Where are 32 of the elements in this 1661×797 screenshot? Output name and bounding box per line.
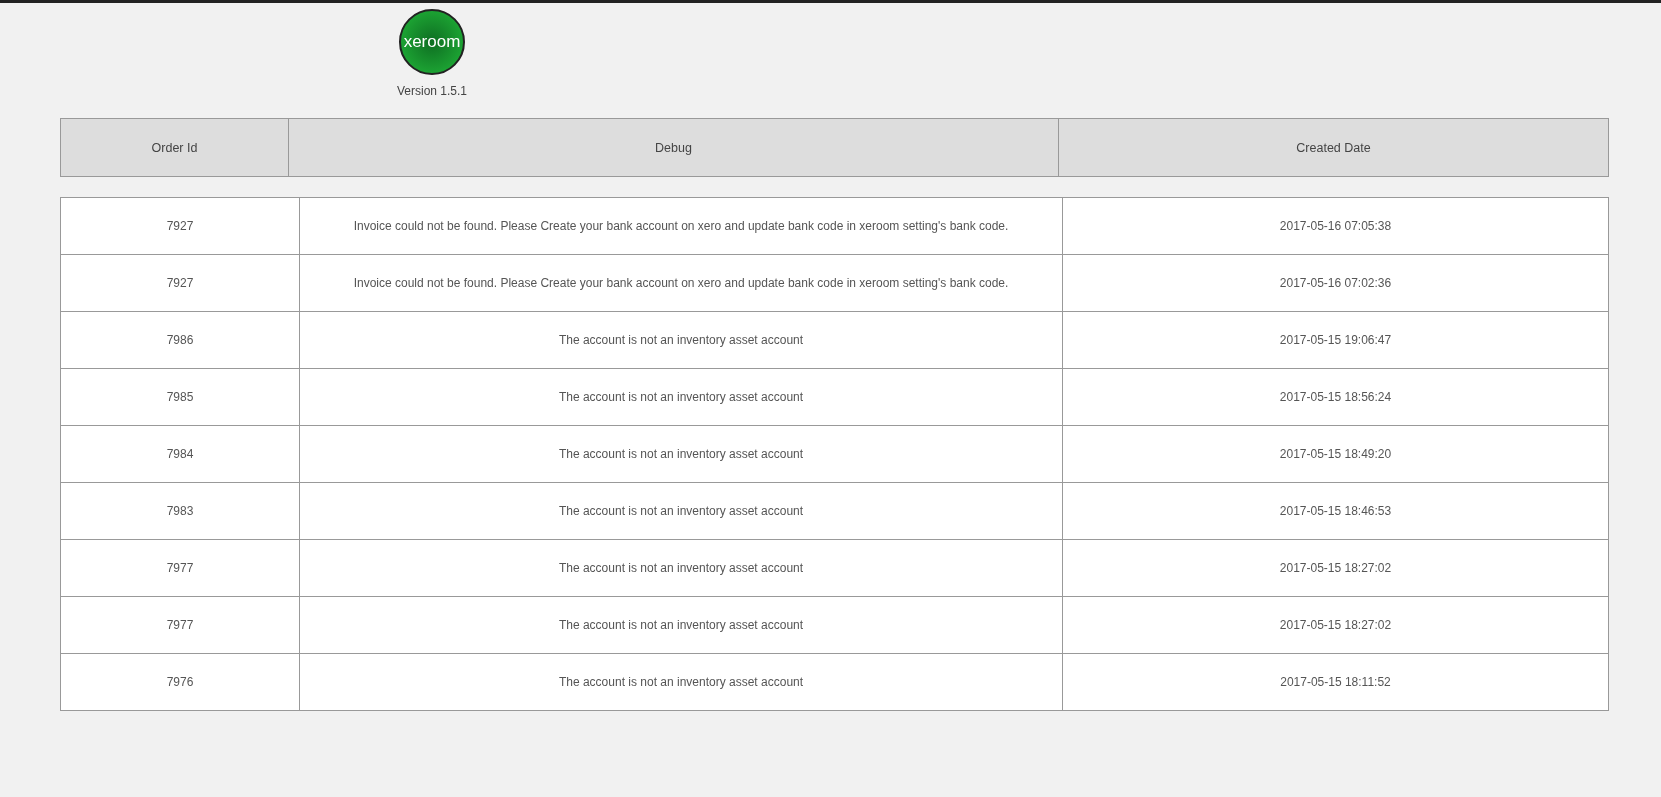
- debug-message-cell: The account is not an inventory asset account: [299, 539, 1063, 597]
- debug-message-cell: The account is not an inventory asset account: [299, 425, 1063, 483]
- debug-message-cell: The account is not an inventory asset account: [299, 482, 1063, 540]
- created-date-cell: 2017-05-15 18:49:20: [1062, 425, 1609, 483]
- debug-message-cell: Invoice could not be found. Please Create your bank account on xero and update bank code in xeroom setting's bank code.: [299, 254, 1063, 312]
- order-id-cell: 7986: [60, 311, 300, 369]
- order-id-cell: 7984: [60, 425, 300, 483]
- created-date-cell: 2017-05-15 18:27:02: [1062, 539, 1609, 597]
- created-date-cell: 2017-05-15 18:56:24: [1062, 368, 1609, 426]
- created-date-cell: 2017-05-16 07:05:38: [1062, 197, 1609, 255]
- created-date-cell: 2017-05-15 18:27:02: [1062, 596, 1609, 654]
- order-id-cell: 7977: [60, 596, 300, 654]
- debug-message-cell: The account is not an inventory asset account: [299, 368, 1063, 426]
- order-id-cell: 7983: [60, 482, 300, 540]
- debug-header: Debug: [288, 118, 1059, 177]
- order-id-header: Order Id: [60, 118, 289, 177]
- created-date-cell: 2017-05-15 18:46:53: [1062, 482, 1609, 540]
- order-id-cell: 7927: [60, 254, 300, 312]
- xeroom-logo: xeroom: [399, 9, 465, 75]
- created-date-cell: 2017-05-16 07:02:36: [1062, 254, 1609, 312]
- debug-message-cell: The account is not an inventory asset account: [299, 653, 1063, 711]
- created-date-header: Created Date: [1058, 118, 1609, 177]
- version-label: Version 1.5.1: [396, 84, 468, 98]
- order-id-cell: 7976: [60, 653, 300, 711]
- created-date-cell: 2017-05-15 18:11:52: [1062, 653, 1609, 711]
- order-id-cell: 7927: [60, 197, 300, 255]
- debug-message-cell: Invoice could not be found. Please Create your bank account on xero and update bank code in xeroom setting's bank code.: [299, 197, 1063, 255]
- created-date-cell: 2017-05-15 19:06:47: [1062, 311, 1609, 369]
- debug-message-cell: The account is not an inventory asset account: [299, 311, 1063, 369]
- order-id-cell: 7977: [60, 539, 300, 597]
- order-id-cell: 7985: [60, 368, 300, 426]
- debug-message-cell: The account is not an inventory asset account: [299, 596, 1063, 654]
